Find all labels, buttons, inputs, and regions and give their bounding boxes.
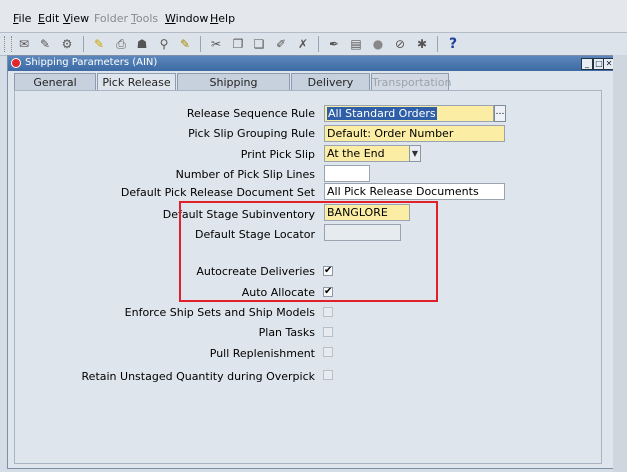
- retain-unstaged-quantity-label: Retain Unstaged Quantity during Overpick: [81, 370, 315, 383]
- tab-delivery[interactable]: Delivery: [291, 73, 370, 91]
- menu-bar: File Edit View Folder Tools Window Help: [0, 0, 627, 32]
- minimize-icon[interactable]: _: [581, 58, 593, 70]
- help-icon[interactable]: ?: [445, 36, 461, 52]
- tab-transportation[interactable]: Transportation: [371, 73, 451, 91]
- default-pick-release-document-set-field[interactable]: All Pick Release Documents: [324, 183, 505, 200]
- edit-icon[interactable]: ✒: [326, 36, 342, 52]
- menu-file[interactable]: File: [13, 12, 31, 25]
- enforce-ship-sets-checkbox[interactable]: [323, 307, 333, 317]
- toolbar-separator: [437, 36, 438, 52]
- open-icon[interactable]: ✎: [37, 36, 53, 52]
- menu-help[interactable]: Help: [210, 12, 235, 25]
- tab-general[interactable]: General: [14, 73, 96, 91]
- save-icon[interactable]: ✎: [91, 36, 107, 52]
- window-title-bar: Shipping Parameters (AIN) _ □ ✕: [8, 56, 615, 71]
- toolbar-separator: [318, 36, 319, 52]
- copy-icon[interactable]: ❐: [230, 36, 246, 52]
- autocreate-deliveries-label: Autocreate Deliveries: [196, 265, 315, 278]
- print-pick-slip-select[interactable]: At the End: [324, 145, 410, 162]
- tab-shipping-transaction[interactable]: Shipping Transaction: [177, 73, 290, 106]
- auto-allocate-checkbox[interactable]: ✔: [323, 287, 333, 297]
- zoom-icon[interactable]: ⚲: [156, 36, 172, 52]
- record-icon[interactable]: ●: [370, 36, 386, 52]
- number-of-pick-slip-lines-label: Number of Pick Slip Lines: [175, 168, 315, 181]
- folder-icon[interactable]: ▤: [348, 36, 364, 52]
- release-sequence-rule-field[interactable]: All Standard Orders: [324, 105, 494, 122]
- window-title: Shipping Parameters (AIN): [25, 57, 158, 68]
- plan-tasks-label: Plan Tasks: [258, 326, 315, 339]
- auto-allocate-label: Auto Allocate: [241, 286, 315, 299]
- pull-replenishment-label: Pull Replenishment: [209, 347, 315, 360]
- oracle-logo-icon: [11, 58, 21, 68]
- default-stage-subinventory-field[interactable]: BANGLORE: [324, 204, 410, 221]
- tab-strip: General Pick Release Shipping Transactio…: [8, 73, 614, 106]
- print-pick-slip-label: Print Pick Slip: [240, 148, 315, 161]
- release-sequence-rule-label: Release Sequence Rule: [186, 107, 315, 120]
- chevron-down-icon[interactable]: ▼: [409, 145, 421, 162]
- menu-folder[interactable]: Folder: [94, 12, 128, 25]
- attachments-icon[interactable]: ✎: [177, 36, 193, 52]
- list-of-values-button[interactable]: …: [494, 105, 506, 122]
- paste-icon[interactable]: ❏: [251, 36, 267, 52]
- print-icon[interactable]: ⎙: [113, 36, 129, 52]
- find-icon[interactable]: ⚙: [59, 36, 75, 52]
- menu-tools[interactable]: Tools: [131, 12, 158, 25]
- default-stage-locator-field[interactable]: [324, 224, 401, 241]
- menu-view[interactable]: View: [63, 12, 89, 25]
- scrollbar-strip: [613, 55, 627, 472]
- pick-slip-grouping-rule-label: Pick Slip Grouping Rule: [188, 127, 315, 140]
- cut-icon[interactable]: ✂: [208, 36, 224, 52]
- retain-unstaged-quantity-checkbox[interactable]: [323, 370, 333, 380]
- default-pick-release-document-set-label: Default Pick Release Document Set: [120, 186, 315, 199]
- menu-edit[interactable]: Edit: [38, 12, 59, 25]
- clear-icon[interactable]: ✐: [273, 36, 289, 52]
- navigator-icon[interactable]: ☗: [134, 36, 150, 52]
- enforce-ship-sets-label: Enforce Ship Sets and Ship Models: [124, 306, 315, 319]
- default-stage-locator-label: Default Stage Locator: [195, 228, 315, 241]
- clip-icon[interactable]: ⊘: [392, 36, 408, 52]
- toolbar-grip: [4, 36, 12, 52]
- tools-icon[interactable]: ✱: [414, 36, 430, 52]
- toolbar-separator: [83, 36, 84, 52]
- plan-tasks-checkbox[interactable]: [323, 327, 333, 337]
- pick-slip-grouping-rule-field[interactable]: Default: Order Number: [324, 125, 505, 142]
- toolbar: ✉ ✎ ⚙ ✎ ⎙ ☗ ⚲ ✎ ✂ ❐ ❏ ✐ ✗ ✒ ▤ ● ⊘ ✱ ?: [0, 32, 627, 56]
- autocreate-deliveries-checkbox[interactable]: ✔: [323, 266, 333, 276]
- menu-window[interactable]: Window: [165, 12, 208, 25]
- new-icon[interactable]: ✉: [16, 36, 32, 52]
- delete-icon[interactable]: ✗: [295, 36, 311, 52]
- default-stage-subinventory-label: Default Stage Subinventory: [162, 208, 315, 221]
- toolbar-separator: [200, 36, 201, 52]
- number-of-pick-slip-lines-field[interactable]: [324, 165, 370, 182]
- pull-replenishment-checkbox[interactable]: [323, 347, 333, 357]
